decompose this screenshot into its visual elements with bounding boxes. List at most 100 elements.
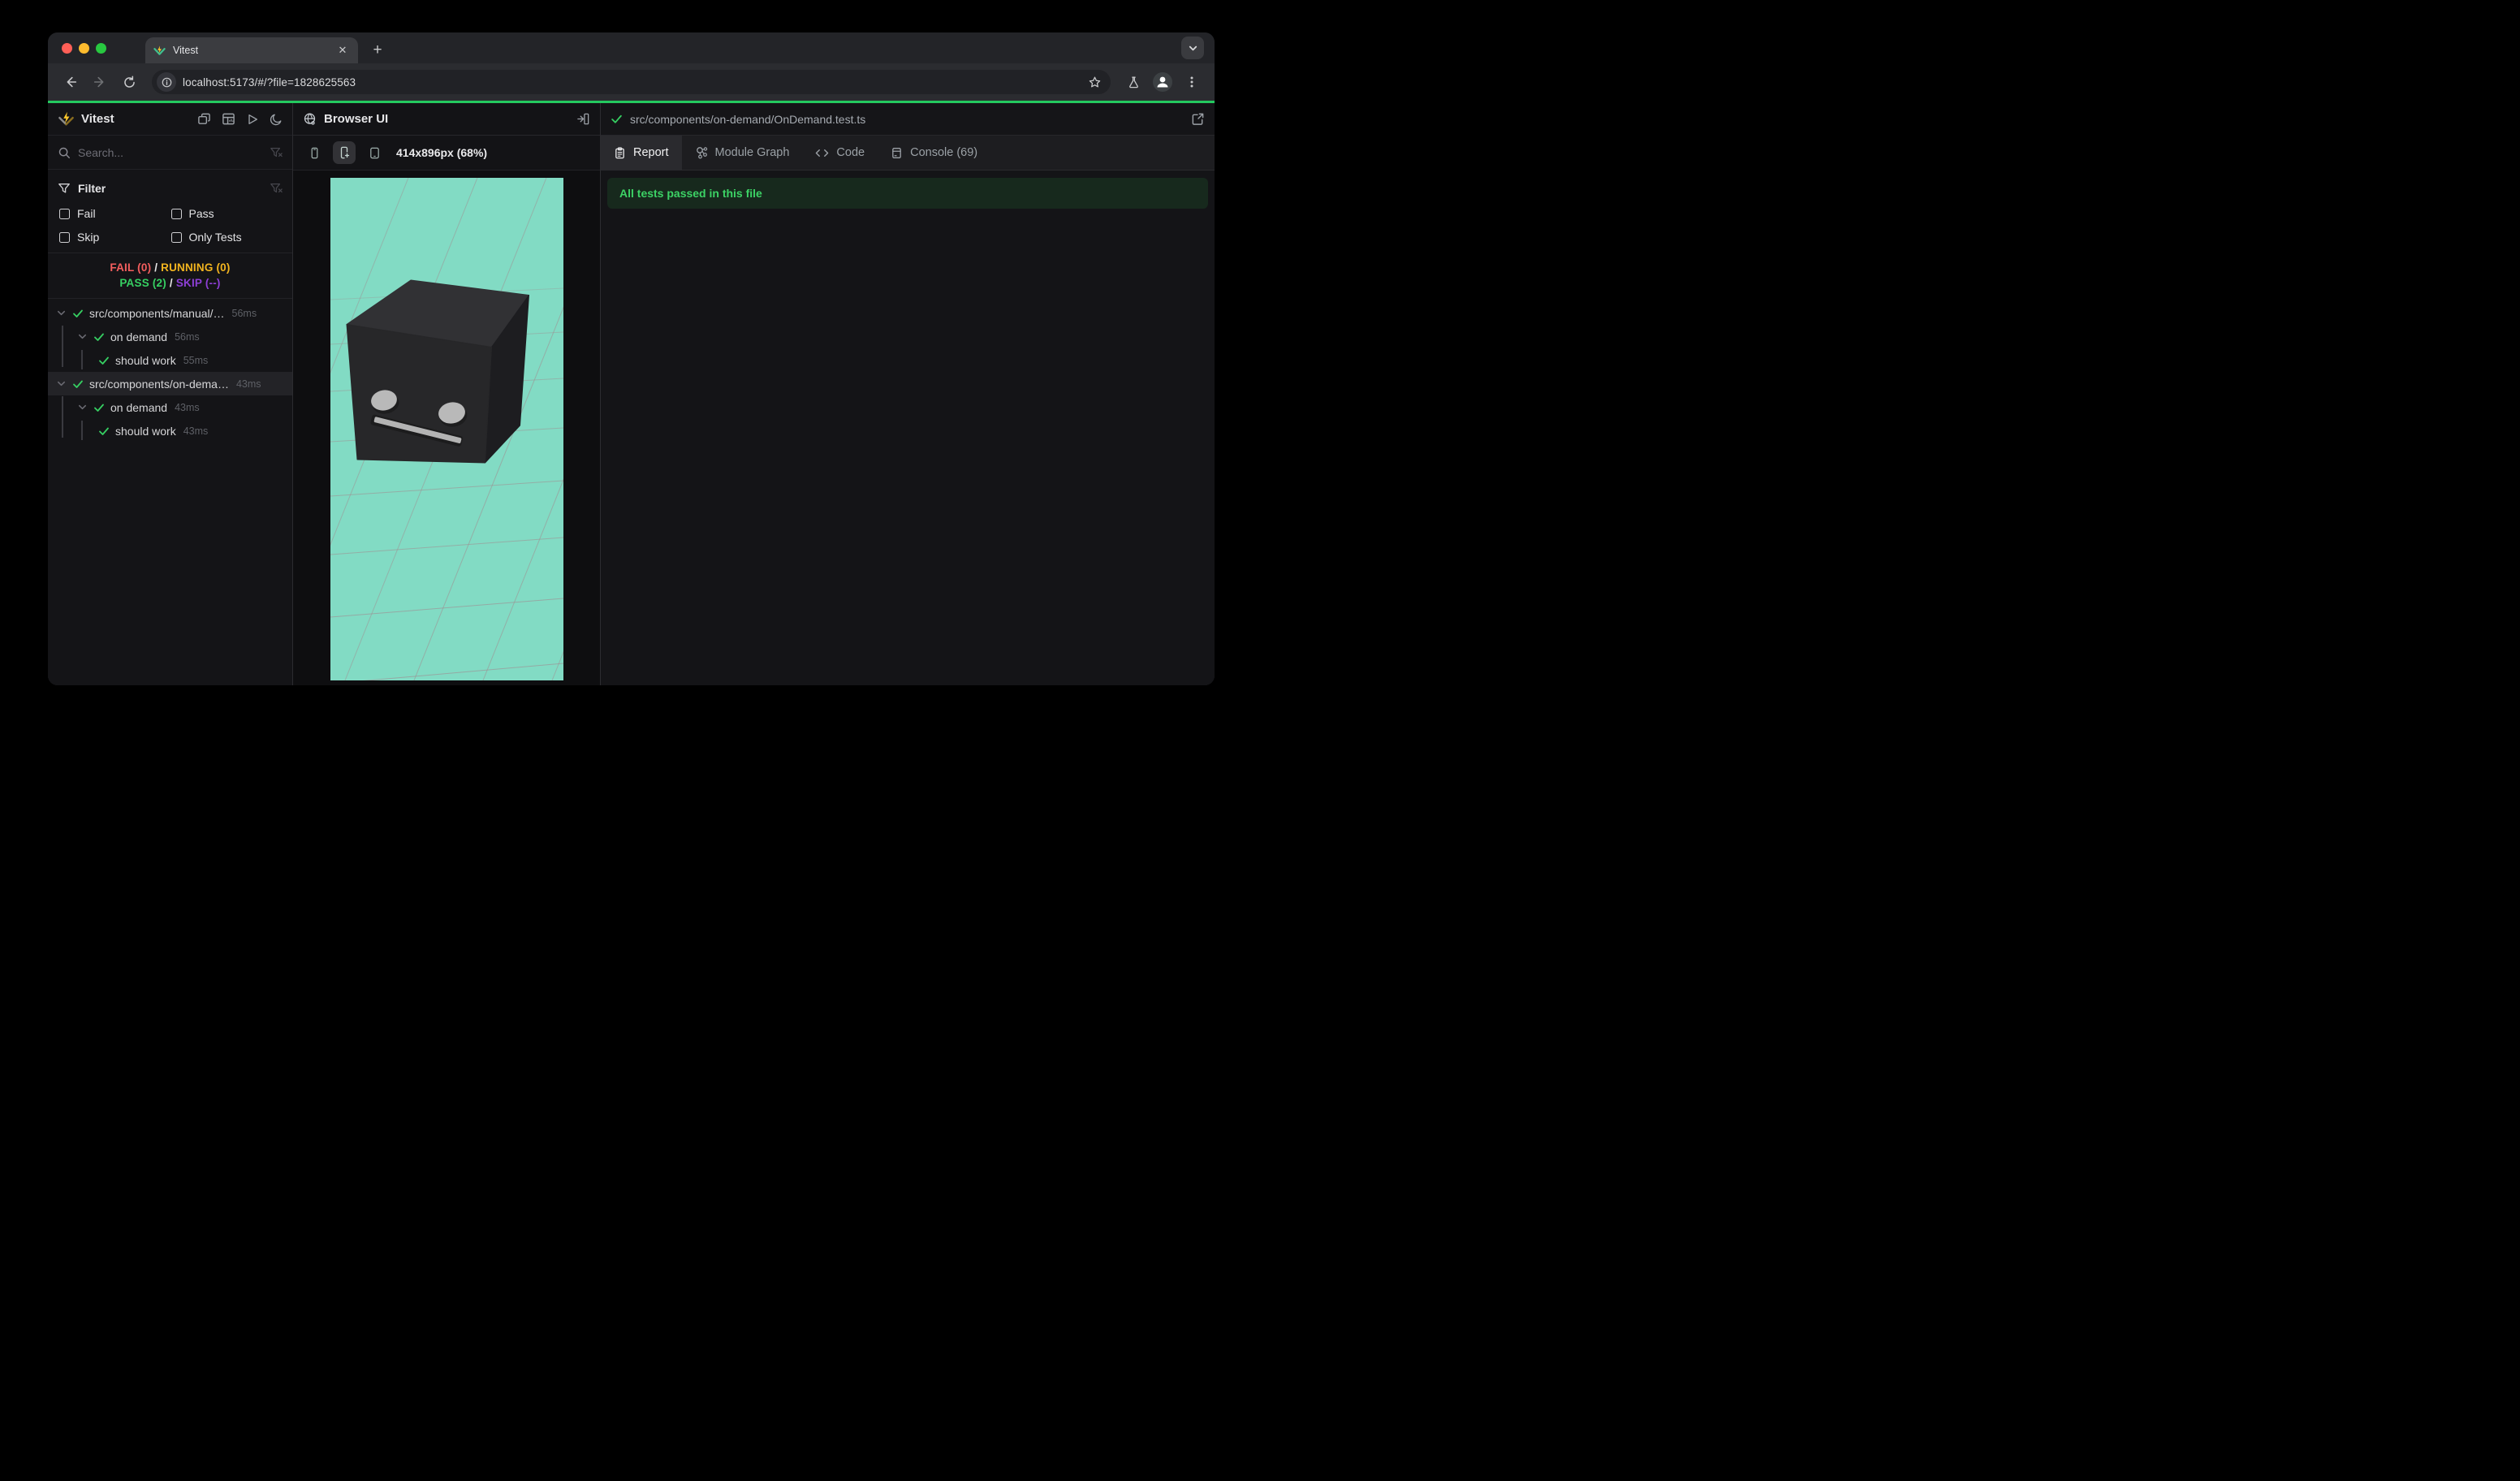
tab-console[interactable]: Console (69) (878, 136, 990, 170)
tab-strip: Vitest ✕ + (48, 32, 1215, 63)
tested-app-viewport[interactable] (330, 178, 563, 680)
chevron-down-icon[interactable] (56, 308, 67, 318)
tab-report[interactable]: Report (601, 136, 682, 170)
skip-count: SKIP (--) (175, 277, 221, 289)
globe-icon (303, 112, 317, 126)
forward-icon[interactable] (88, 71, 111, 93)
vitest-favicon (153, 45, 166, 57)
viewport-size-label: 414x896px (68%) (396, 146, 488, 159)
tab-module-graph[interactable]: Module Graph (682, 136, 803, 170)
duration-label: 55ms (183, 354, 209, 366)
app-main: Vitest Filter (48, 103, 1215, 685)
checkbox-box[interactable] (170, 231, 182, 243)
check-pass-icon (72, 308, 84, 319)
check-pass-icon (98, 425, 110, 437)
clear-filter-icon[interactable] (270, 182, 283, 195)
search-row (48, 136, 292, 170)
collapse-panels-icon[interactable] (197, 112, 211, 126)
module-graph-icon (695, 146, 708, 159)
robot-cube-scene (330, 178, 563, 680)
test-file-row-selected[interactable]: src/components/on-dema… 43ms (48, 372, 292, 395)
test-case-row[interactable]: should work 55ms (48, 348, 292, 372)
new-tab-button[interactable]: + (366, 39, 389, 62)
device-phone-small-icon[interactable] (303, 141, 326, 164)
tab-code[interactable]: Code (802, 136, 878, 170)
open-external-icon[interactable] (1191, 112, 1205, 126)
viewport-toolbar: 414x896px (68%) (293, 136, 600, 171)
dark-mode-moon-icon[interactable] (270, 112, 283, 126)
profile-avatar[interactable] (1151, 71, 1174, 93)
tab-close-icon[interactable]: ✕ (335, 43, 350, 58)
desktop: Vitest ✕ + localhost:5173/#/?file=182862… (0, 0, 1260, 740)
test-tree: src/components/manual/… 56ms on demand 5… (48, 299, 292, 685)
tab-search-chevron-icon[interactable] (1181, 37, 1204, 59)
running-count: RUNNING (0) (161, 261, 231, 274)
device-tablet-icon[interactable] (363, 141, 386, 164)
chevron-down-icon[interactable] (77, 402, 88, 412)
check-pass-icon (93, 331, 105, 343)
sidebar-app-title: Vitest (81, 112, 114, 126)
test-suite-row[interactable]: on demand 56ms (48, 325, 292, 348)
minimize-window-button[interactable] (79, 42, 89, 54)
filter-checkbox-skip[interactable]: Skip (59, 228, 171, 246)
site-info-icon[interactable] (157, 72, 176, 92)
vitest-logo-icon (58, 110, 75, 127)
test-status-summary: FAIL (0) / RUNNING (0) PASS (2) / SKIP (… (48, 253, 292, 299)
chevron-down-icon[interactable] (56, 378, 67, 389)
funnel-icon (58, 182, 71, 195)
indent-guide (62, 396, 63, 438)
browser-menu-dots-icon[interactable] (1180, 71, 1203, 93)
indent-guide (81, 350, 83, 369)
bookmark-star-icon[interactable] (1083, 71, 1106, 93)
filter-section: Filter Fail Pass Skip Only Tests (48, 170, 292, 253)
filter-checkbox-only-tests[interactable]: Only Tests (170, 228, 283, 246)
check-pass-icon (98, 355, 110, 366)
report-header: src/components/on-demand/OnDemand.test.t… (601, 103, 1215, 136)
indent-guide (62, 326, 63, 367)
filter-checkbox-fail[interactable]: Fail (59, 205, 171, 222)
duration-label: 56ms (231, 307, 257, 319)
url-text[interactable]: localhost:5173/#/?file=1828625563 (183, 76, 1083, 89)
check-pass-icon (611, 113, 623, 125)
device-phone-plus-icon[interactable] (333, 141, 356, 164)
robot-head (346, 279, 529, 464)
all-tests-passed-banner: All tests passed in this file (607, 178, 1208, 209)
address-bar[interactable]: localhost:5173/#/?file=1828625563 (152, 70, 1111, 94)
report-content: All tests passed in this file (601, 171, 1215, 685)
browser-window: Vitest ✕ + localhost:5173/#/?file=182862… (48, 32, 1215, 685)
reload-icon[interactable] (118, 71, 140, 93)
filter-checkbox-pass[interactable]: Pass (170, 205, 283, 222)
duration-label: 43ms (183, 425, 209, 437)
clipboard-icon (614, 146, 626, 159)
browser-ui-header: Browser UI (293, 103, 600, 136)
duration-label: 43ms (235, 378, 261, 390)
checkbox-box[interactable] (170, 208, 182, 219)
zoom-window-button[interactable] (96, 42, 106, 54)
filter-title: Filter (78, 182, 106, 195)
pass-count: PASS (2) (119, 277, 166, 289)
dashboard-icon[interactable] (222, 112, 235, 126)
test-case-row[interactable]: should work 43ms (48, 419, 292, 443)
traffic-lights (62, 42, 106, 54)
back-icon[interactable] (59, 71, 82, 93)
chevron-down-icon[interactable] (77, 331, 88, 342)
checkbox-box[interactable] (59, 231, 70, 243)
checkbox-box[interactable] (59, 208, 70, 219)
test-file-row[interactable]: src/components/manual/… 56ms (48, 301, 292, 325)
report-tabs: Report Module Graph Code Console (69) (601, 136, 1215, 171)
browser-toolbar: localhost:5173/#/?file=1828625563 (48, 63, 1215, 101)
sidebar: Vitest Filter (48, 103, 293, 685)
experiments-flask-icon[interactable] (1122, 71, 1145, 93)
test-suite-row[interactable]: on demand 43ms (48, 395, 292, 419)
duration-label: 43ms (175, 401, 200, 413)
sidebar-header: Vitest (48, 103, 292, 136)
check-pass-icon (72, 378, 84, 390)
clear-search-filter-icon[interactable] (270, 146, 283, 159)
browser-tab[interactable]: Vitest ✕ (145, 37, 358, 63)
search-icon (58, 146, 71, 159)
dock-panel-right-icon[interactable] (576, 112, 590, 126)
search-input[interactable] (78, 145, 262, 159)
close-window-button[interactable] (62, 42, 72, 54)
run-all-play-icon[interactable] (246, 112, 259, 126)
preview-stage (293, 171, 600, 685)
